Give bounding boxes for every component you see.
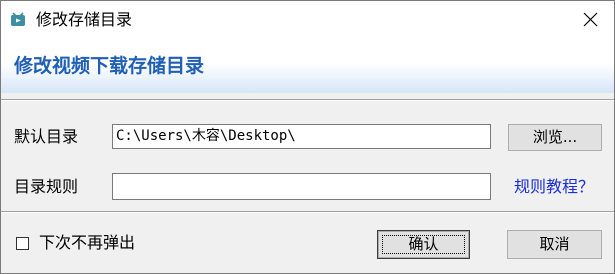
window-title: 修改存储目录 — [36, 10, 133, 29]
separator-bottom — [1, 211, 614, 213]
dir-rule-label: 目录规则 — [14, 177, 79, 196]
title-bar[interactable]: 修改存储目录 — [1, 1, 614, 39]
cancel-button[interactable]: 取消 — [507, 230, 602, 259]
confirm-button[interactable]: 确认 — [377, 230, 470, 259]
close-icon — [583, 12, 598, 27]
dont-show-again-checkbox[interactable] — [16, 237, 29, 250]
dont-show-again-label[interactable]: 下次不再弹出 — [39, 233, 135, 253]
separator-top — [1, 99, 614, 101]
default-dir-label: 默认目录 — [14, 127, 79, 146]
confirm-button-label: 确认 — [408, 235, 439, 253]
default-dir-input[interactable]: C:\Users\木容\Desktop\ — [112, 124, 491, 149]
video-app-icon — [11, 12, 25, 26]
dialog-window: 修改存储目录 修改视频下载存储目录 默认目录 C:\Users\木容\Deskt… — [0, 0, 615, 274]
dir-rule-input[interactable] — [112, 173, 491, 200]
rule-tutorial-link[interactable]: 规则教程？ — [514, 177, 594, 197]
close-button[interactable] — [567, 1, 614, 39]
browse-button[interactable]: 浏览... — [508, 124, 602, 151]
dialog-banner: 修改视频下载存储目录 — [1, 39, 614, 93]
banner-heading: 修改视频下载存储目录 — [14, 55, 205, 77]
